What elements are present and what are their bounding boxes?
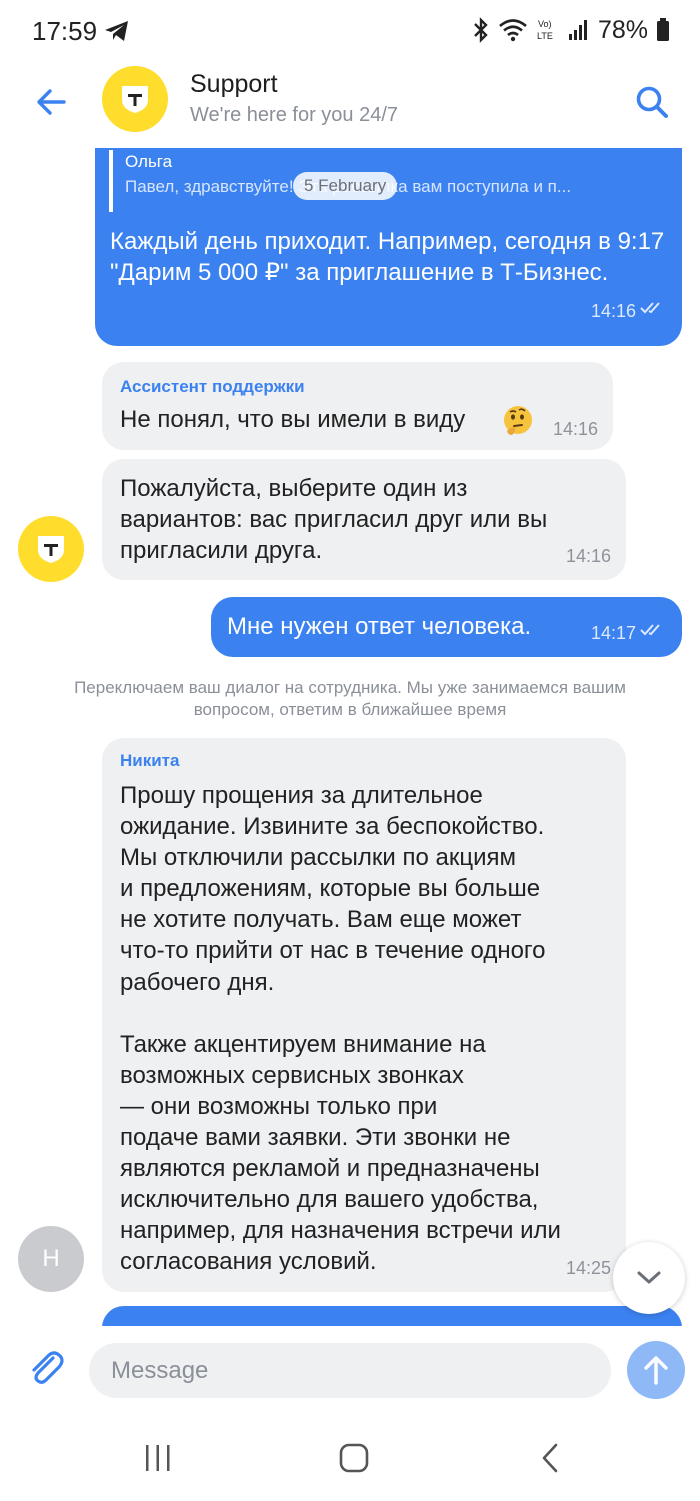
chat-header: Support We're here for you 24/7	[0, 62, 700, 148]
message-time: 14:25	[565, 1258, 611, 1278]
outgoing-message[interactable]: Мне нужен ответ человека. 14:17	[211, 597, 682, 657]
incoming-message[interactable]: Пожалуйста, выберите один из вариантов: …	[102, 459, 626, 580]
message-text: Мне нужен ответ человека.	[227, 613, 532, 640]
incoming-message[interactable]: Ассистент поддержки Не понял, что вы име…	[102, 362, 613, 450]
chat-subtitle: We're here for you 24/7	[190, 104, 399, 126]
signal-icon	[568, 20, 587, 40]
outgoing-message-partial[interactable]	[102, 1306, 682, 1326]
bot-avatar[interactable]	[18, 516, 84, 582]
message-text: Прошу прощения за длительное ожидание. И…	[120, 782, 561, 1276]
search-icon[interactable]	[630, 80, 674, 124]
send-button[interactable]	[627, 1341, 685, 1399]
sender-name: Ассистент поддержки	[120, 377, 305, 396]
bluetooth-icon	[474, 17, 488, 43]
chat-title[interactable]: Support	[190, 70, 278, 99]
thinking-face-emoji-icon	[504, 406, 532, 435]
system-message: Переключаем ваш диалог на сотрудника. Мы…	[74, 678, 626, 719]
message-text: Каждый день приходит. Например, сегодня …	[110, 228, 665, 286]
battery-icon	[657, 18, 669, 41]
svg-text:Vo): Vo)	[538, 19, 552, 29]
message-time: 14:16	[552, 419, 598, 439]
message-composer	[0, 1326, 700, 1420]
paperclip-icon[interactable]	[24, 1346, 68, 1390]
message-time: 14:16	[565, 546, 611, 566]
support-avatar[interactable]	[102, 66, 168, 132]
message-input[interactable]	[89, 1343, 611, 1398]
sender-name: Никита	[120, 751, 180, 770]
quote-author: Ольга	[125, 152, 173, 171]
back-nav-icon[interactable]	[538, 1442, 562, 1474]
operator-avatar[interactable]: Н	[18, 1226, 84, 1292]
shield-logo-icon	[38, 536, 64, 563]
message-time: 14:16	[590, 301, 636, 321]
double-check-icon	[640, 302, 660, 314]
quote-text: Павел, здравствуйте! Эта рассылка вам по…	[125, 177, 572, 196]
recent-apps-icon[interactable]	[143, 1442, 173, 1474]
wifi-icon	[499, 19, 527, 42]
svg-text:LTE: LTE	[537, 31, 553, 41]
back-arrow-icon[interactable]	[30, 80, 74, 124]
double-check-icon	[640, 624, 660, 636]
volte-icon: Vo) LTE	[537, 19, 553, 41]
date-separator: 5 February	[293, 172, 398, 200]
system-nav-bar	[0, 1420, 700, 1501]
battery-percent: 78%	[597, 15, 648, 44]
message-text: Пожалуйста, выберите один из вариантов: …	[120, 475, 548, 564]
message-text: Не понял, что вы имели в виду	[120, 406, 466, 433]
home-icon[interactable]	[338, 1442, 370, 1474]
message-list[interactable]: Ольга Павел, здравствуйте! Эта рассылка …	[0, 148, 700, 1326]
status-time: 17:59	[32, 16, 98, 46]
status-bar: 17:59 Vo) LTE 78%	[0, 0, 700, 62]
status-icons: Vo) LTE 78%	[472, 14, 670, 46]
message-time: 14:17	[590, 623, 636, 643]
incoming-message[interactable]: Никита Прошу прощения за длительное ожид…	[102, 738, 626, 1292]
scroll-to-bottom-button[interactable]	[613, 1242, 685, 1314]
arrow-up-icon	[644, 1356, 668, 1385]
chevron-down-icon	[637, 1271, 661, 1284]
shield-logo-icon	[122, 86, 148, 113]
telegram-icon	[105, 21, 128, 41]
